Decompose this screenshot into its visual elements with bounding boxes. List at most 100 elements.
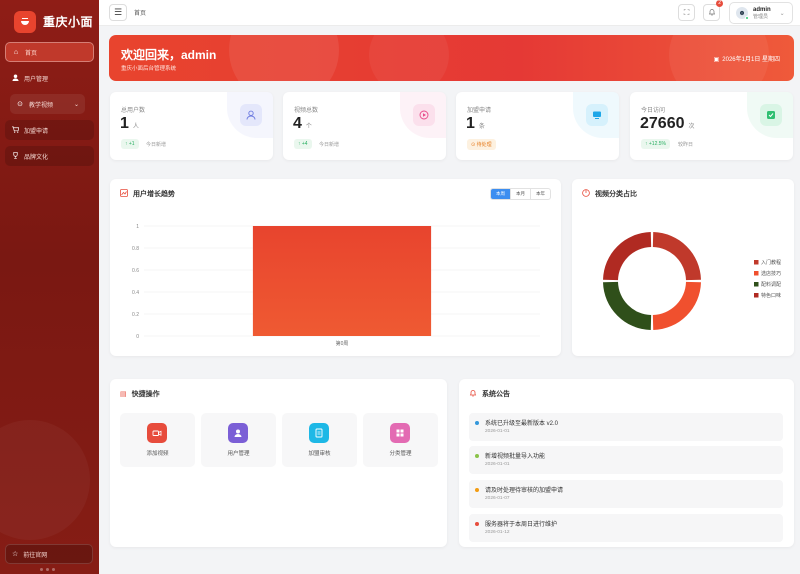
menu-toggle-button[interactable]: ☰	[109, 4, 127, 21]
stat-label: 今日访问	[641, 108, 666, 114]
users-icon	[228, 423, 248, 443]
quick-action-users[interactable]: 用户管理	[201, 413, 276, 467]
legend-label[interactable]: 配料调配	[761, 281, 781, 288]
announcements-card: 系统公告 系统已升级至最新版本 v2.0 2026-01-01 新增视频批量导入…	[459, 379, 794, 547]
x-tick-label: 第0周	[336, 340, 349, 347]
y-tick-label: 0	[136, 334, 139, 340]
donut-slice[interactable]	[652, 232, 701, 281]
hamburger-icon: ☰	[113, 7, 123, 17]
announcement-date: 2026-01-07	[485, 496, 510, 501]
sidebar: 重庆小面 ⌂ 首页 用户管理 ⊙ 教学视频 ⌄ 加盟申请 品牌文化 ☆ 前往官网	[0, 0, 99, 574]
fullscreen-button[interactable]: ⛶	[678, 4, 695, 21]
donut-slice[interactable]	[603, 232, 652, 281]
stat-label: 视频总数	[294, 108, 319, 114]
fullscreen-icon: ⛶	[683, 7, 690, 17]
user-icon	[240, 104, 262, 126]
notification-badge: 2	[716, 0, 723, 7]
welcome-title: 欢迎回来，admin	[121, 48, 217, 62]
stat-value: 4个	[293, 115, 312, 132]
noodle-bowl-icon	[14, 10, 36, 33]
online-status-dot	[745, 16, 749, 20]
announcement-item[interactable]: 请及时处理待审核的加盟申请 2026-01-07	[469, 480, 783, 508]
announcement-title: 服务器将于本周日进行维护	[485, 522, 558, 528]
announcement-item[interactable]: 新增视频批量导入功能 2026-01-01	[469, 446, 783, 474]
avatar: ☻	[736, 7, 749, 20]
visit-website-label: 前往官网	[23, 552, 48, 559]
stat-note: 今日新增	[146, 142, 167, 148]
home-icon: ⌂	[13, 48, 19, 56]
star-icon: ☆	[12, 551, 19, 558]
growth-bar-chart: 0 0.2 0.4 0.6 0.8 1 第0周	[132, 224, 540, 347]
chevron-down-icon: ⌄	[73, 101, 79, 108]
sidebar-item-videos[interactable]: ⊙ 教学视频 ⌄	[10, 94, 85, 114]
announcement-date: 2026-01-12	[485, 530, 510, 535]
current-date: ▣ 2026年1月1日 星期四	[714, 54, 780, 63]
y-tick-label: 0.6	[132, 268, 139, 274]
y-tick-label: 0.4	[132, 290, 139, 296]
announcement-date: 2026-01-01	[485, 462, 510, 467]
cart-icon	[11, 126, 19, 135]
donut-slice[interactable]	[652, 281, 701, 330]
app-logo[interactable]: 重庆小面	[0, 0, 99, 36]
legend-label[interactable]: 选店技巧	[761, 270, 781, 277]
category-donut-chart: 入门教程选店技巧配料调配特色口味	[603, 232, 781, 330]
stat-status-pill: ⊙ 待处理	[467, 139, 496, 150]
announcement-title: 新增视频批量导入功能	[485, 454, 546, 460]
trophy-icon	[11, 151, 19, 161]
legend-label[interactable]: 入门教程	[761, 259, 781, 266]
notifications-button[interactable]: 2	[703, 0, 723, 21]
app-name: 重庆小面	[43, 15, 94, 29]
announcement-dot	[475, 421, 479, 425]
announcement-date: 2026-01-01	[485, 429, 510, 434]
grid-icon	[390, 423, 410, 443]
stat-card-videos[interactable]: 视频总数 4个 ↑ +4 今日新增	[283, 92, 446, 160]
announcement-title: 系统已升级至最新版本 v2.0	[485, 421, 559, 427]
announcement-item[interactable]: 服务器将于本周日进行维护 2026-01-12	[469, 514, 783, 542]
monitor-icon	[586, 104, 608, 126]
y-tick-label: 0.2	[132, 312, 139, 318]
quick-actions-title: ▤ 快捷操作	[120, 391, 160, 398]
pie-chart-card: 视频分类占比 入门教程 选店技巧 配料调配 特色口味	[572, 179, 794, 356]
quick-action-categories[interactable]: 分类管理	[363, 413, 438, 467]
user-menu[interactable]: ☻ admin 管理员 ⌄	[729, 2, 793, 24]
sidebar-item-label: 用户管理	[24, 76, 49, 83]
document-icon: ▤	[120, 391, 127, 398]
bar[interactable]	[252, 226, 432, 336]
welcome-banner: 欢迎回来，admin 重庆小面后台管理系统 ▣ 2026年1月1日 星期四	[109, 35, 794, 81]
quick-action-add-video[interactable]: 添加视频	[120, 413, 195, 467]
user-role: 管理员	[753, 13, 769, 20]
bell-icon	[469, 389, 477, 399]
quick-action-franchise-review[interactable]: 加盟审核	[282, 413, 357, 467]
sidebar-item-label: 加盟申请	[24, 128, 49, 135]
legend-label[interactable]: 特色口味	[761, 292, 781, 299]
video-icon	[147, 423, 167, 443]
announcement-dot	[475, 454, 479, 458]
stat-card-franchise[interactable]: 加盟申请 1条 ⊙ 待处理	[456, 92, 619, 160]
date-text: 2026年1月1日 星期四	[722, 57, 780, 63]
donut-slice[interactable]	[603, 281, 652, 330]
announcement-title: 请及时处理待审核的加盟申请	[485, 488, 564, 494]
sidebar-item-label: 品牌文化	[24, 154, 49, 161]
stat-card-visits[interactable]: 今日访问 27660 次 ↑ +12.5% 较昨日	[630, 92, 793, 160]
stat-note: 今日新增	[319, 142, 340, 148]
sidebar-item-franchise[interactable]: 加盟申请	[5, 120, 94, 140]
chevron-down-icon: ⌄	[779, 10, 785, 17]
sidebar-item-users[interactable]: 用户管理	[5, 68, 94, 88]
decorative-dots	[40, 568, 55, 571]
growth-chart-card: 用户增长趋势 本周 本月 本年 0 0.2 0.4 0.6 0.8 1 第0周	[110, 179, 561, 356]
document-icon	[309, 423, 329, 443]
quick-action-label: 添加视频	[146, 451, 169, 457]
bell-icon	[708, 8, 716, 18]
visit-website-button[interactable]: ☆ 前往官网	[5, 544, 93, 564]
calendar-icon: ▣	[713, 57, 720, 63]
stat-note: 较昨日	[678, 142, 694, 148]
quick-action-label: 加盟审核	[308, 451, 331, 457]
breadcrumb[interactable]: 首页	[134, 8, 146, 17]
announcement-dot	[475, 522, 479, 526]
stat-card-users[interactable]: 总用户数 1人 ↑ +1 今日新增	[110, 92, 273, 160]
announcement-item[interactable]: 系统已升级至最新版本 v2.0 2026-01-01	[469, 413, 783, 441]
stat-change-pill: ↑ +4	[294, 139, 312, 149]
stat-label: 总用户数	[121, 108, 146, 114]
sidebar-item-home[interactable]: ⌂ 首页	[5, 42, 94, 62]
sidebar-item-brand[interactable]: 品牌文化	[5, 146, 94, 166]
